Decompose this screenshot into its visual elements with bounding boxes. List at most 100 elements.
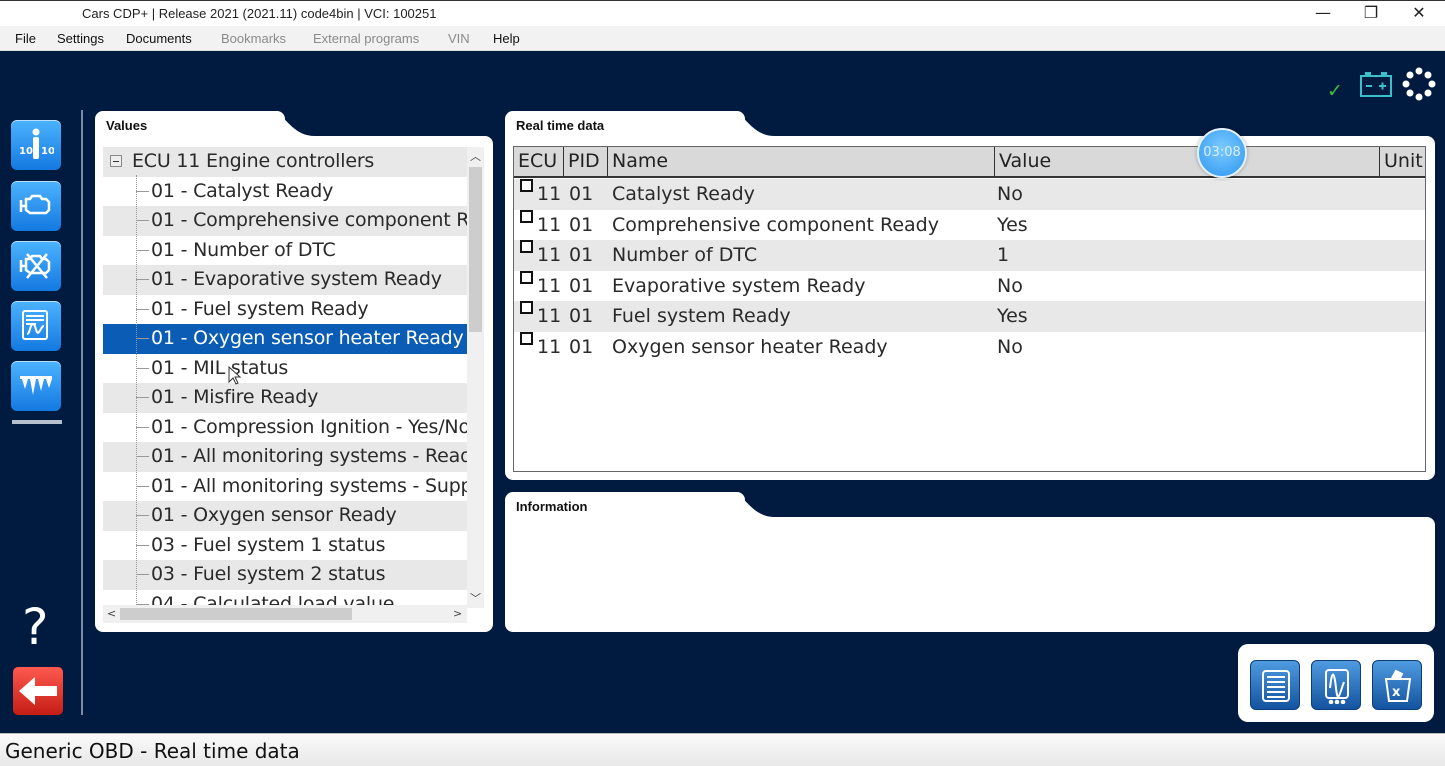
list-view-button[interactable] <box>1250 660 1300 710</box>
tool-oscilloscope[interactable] <box>11 301 61 351</box>
tree-item[interactable]: 01 - Evaporative system Ready <box>103 265 467 295</box>
table-row[interactable]: 11 01 Number of DTC 1 <box>514 240 1425 271</box>
tree-connector <box>136 190 149 192</box>
cell-ecu: 11 <box>537 244 562 266</box>
tree-guide-line <box>136 175 137 605</box>
table-row[interactable]: 11 01 Fuel system Ready Yes <box>514 301 1425 332</box>
menu-vin[interactable]: VIN <box>448 31 470 46</box>
column-header-name[interactable]: Name <box>608 147 995 178</box>
vertical-scroll-thumb[interactable] <box>469 167 482 332</box>
back-arrow-icon <box>19 677 57 705</box>
column-header-ecu[interactable]: ECU <box>514 147 564 178</box>
close-button[interactable]: ✕ <box>1396 1 1442 27</box>
cell-name: Fuel system Ready <box>612 305 791 327</box>
column-header-pid[interactable]: PID <box>564 147 608 178</box>
tree-item[interactable]: 01 - Oxygen sensor Ready <box>103 501 467 531</box>
title-bar: Cars CDP+ | Release 2021 (2021.11) code4… <box>0 0 1445 26</box>
row-checkbox[interactable] <box>520 301 533 314</box>
tree-connector <box>136 574 149 575</box>
tree-item-label: 01 - Fuel system Ready <box>151 297 369 320</box>
sidebar-separator <box>12 420 62 424</box>
horizontal-scroll-thumb[interactable] <box>120 608 352 620</box>
action-button-group: x <box>1238 644 1434 722</box>
minimize-button[interactable]: — <box>1300 1 1346 27</box>
tree-item[interactable]: 01 - Misfire Ready <box>103 383 467 413</box>
row-checkbox[interactable] <box>520 179 533 192</box>
tree-item[interactable]: 03 - Fuel system 1 status <box>103 531 467 561</box>
cell-value: 1 <box>997 244 1010 266</box>
clear-data-button[interactable]: x <box>1372 660 1422 710</box>
values-vertical-scrollbar[interactable]: ︿ ﹀ <box>467 147 484 608</box>
table-row[interactable]: 11 01 Oxygen sensor heater Ready No <box>514 331 1425 363</box>
row-checkbox[interactable] <box>520 240 533 253</box>
menu-file[interactable]: File <box>15 31 36 46</box>
tree-item-label: 03 - Fuel system 1 status <box>151 533 386 556</box>
column-header-value[interactable]: Value <box>995 147 1380 178</box>
menu-external-programs[interactable]: External programs <box>313 31 419 46</box>
collapse-icon[interactable] <box>110 155 122 167</box>
row-checkbox[interactable] <box>520 209 533 223</box>
table-row[interactable]: 11 01 Catalyst Ready No <box>514 179 1425 210</box>
information-panel-title: Information <box>516 499 588 514</box>
timer-badge: 03:08 <box>1197 128 1247 178</box>
tree-item[interactable]: 01 - MIL status <box>103 354 467 384</box>
cell-value: No <box>997 335 1023 358</box>
tree-item-label: 01 - Oxygen sensor Ready <box>151 504 397 526</box>
status-text: Generic OBD - Real time data <box>5 739 300 763</box>
scroll-down-icon[interactable]: ﹀ <box>470 590 481 606</box>
tool-info-data[interactable]: 10 10 <box>11 120 61 170</box>
menu-help[interactable]: Help <box>493 31 520 46</box>
scroll-left-icon[interactable]: < <box>107 607 116 620</box>
loading-dots-icon <box>1402 67 1436 105</box>
column-header-unit[interactable]: Unit <box>1380 147 1425 178</box>
menu-bookmarks[interactable]: Bookmarks <box>221 31 286 46</box>
tool-icicle[interactable] <box>11 361 61 411</box>
menu-settings[interactable]: Settings <box>57 31 104 46</box>
maximize-button[interactable]: ❐ <box>1348 1 1394 27</box>
cell-pid: 01 <box>569 213 594 236</box>
table-row[interactable]: 11 01 Comprehensive component Ready Yes <box>514 209 1425 241</box>
cell-pid: 01 <box>569 244 594 266</box>
tree-item[interactable]: 01 - Compression Ignition - Yes/No <box>103 413 467 443</box>
list-icon <box>1262 670 1290 702</box>
cell-pid: 01 <box>569 335 594 358</box>
battery-icon <box>1359 70 1393 102</box>
row-checkbox[interactable] <box>520 270 533 284</box>
graph-view-button[interactable] <box>1311 660 1361 710</box>
tree-item[interactable]: 01 - All monitoring systems - Supported <box>103 472 467 502</box>
tree-item[interactable]: 01 - Number of DTC <box>103 236 467 266</box>
menu-documents[interactable]: Documents <box>126 31 192 46</box>
cell-value: No <box>997 183 1023 205</box>
cell-name: Comprehensive component Ready <box>612 213 939 236</box>
table-row[interactable]: 11 01 Evaporative system Ready No <box>514 270 1425 302</box>
tree-item-label: 01 - All monitoring systems - Supported <box>151 474 467 497</box>
svg-text:10: 10 <box>41 146 54 157</box>
tree-item[interactable]: 01 - Oxygen sensor heater Ready <box>103 324 467 354</box>
tree-item[interactable]: 01 - Catalyst Ready <box>103 177 467 207</box>
back-button[interactable] <box>13 667 63 715</box>
tree-item[interactable]: 01 - Fuel system Ready <box>103 295 467 325</box>
tree-item-label: 01 - MIL status <box>151 356 289 379</box>
tool-engine[interactable] <box>11 181 61 231</box>
tree-connector <box>136 367 149 369</box>
values-horizontal-scrollbar[interactable]: < > <box>103 605 467 623</box>
tree-item-label: 03 - Fuel system 2 status <box>151 563 386 585</box>
info-data-icon: 10 10 <box>19 128 54 159</box>
cell-ecu: 11 <box>537 335 562 358</box>
scroll-right-icon[interactable]: > <box>453 607 462 620</box>
row-checkbox[interactable] <box>520 331 533 345</box>
tree-root-node[interactable]: ECU 11 Engine controllers <box>103 147 467 177</box>
window-title: Cars CDP+ | Release 2021 (2021.11) code4… <box>82 6 437 21</box>
tree-connector <box>136 426 149 428</box>
tool-engine-fault[interactable] <box>11 241 61 291</box>
cell-value: Yes <box>997 305 1028 327</box>
help-button[interactable]: ? <box>22 598 49 656</box>
tree-connector <box>136 397 149 398</box>
tree-item[interactable]: 01 - Comprehensive component Ready <box>103 206 467 236</box>
tree-item[interactable]: 03 - Fuel system 2 status <box>103 560 467 590</box>
values-panel-title: Values <box>106 118 148 133</box>
tree-connector <box>136 279 149 280</box>
tree-item[interactable]: 01 - All monitoring systems - Ready <box>103 442 467 472</box>
scroll-up-icon[interactable]: ︿ <box>470 148 481 164</box>
cell-name: Number of DTC <box>612 244 758 266</box>
